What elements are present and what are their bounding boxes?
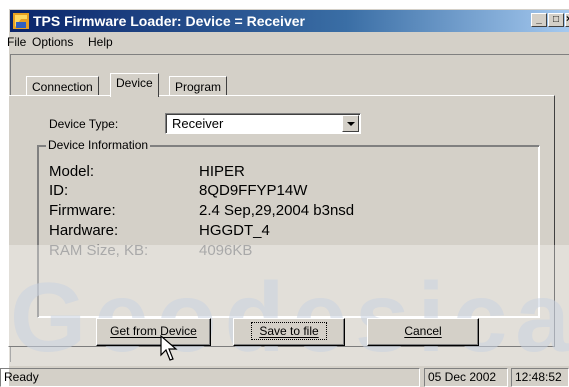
cancel-label: Cancel bbox=[404, 324, 442, 338]
hardware-label: Hardware: bbox=[49, 222, 119, 239]
menu-bar: File Options Help bbox=[7, 32, 569, 52]
get-from-device-label: Get from Device bbox=[110, 324, 197, 338]
tab-connection[interactable]: Connection bbox=[26, 76, 99, 97]
cancel-button[interactable]: Cancel bbox=[367, 318, 479, 346]
save-to-file-label: Save to file bbox=[251, 322, 327, 340]
ram-size-label: RAM Size, KB: bbox=[49, 242, 149, 259]
title-bar[interactable]: TPS Firmware Loader: Device = Receiver _… bbox=[10, 10, 569, 32]
tab-program[interactable]: Program bbox=[169, 76, 228, 97]
ram-size-value: 4096KB bbox=[199, 242, 253, 259]
id-label: ID: bbox=[49, 182, 69, 199]
watermark-logo: Geodesica bbox=[10, 262, 569, 372]
get-from-device-button[interactable]: Get from Device bbox=[96, 318, 211, 346]
menu-options[interactable]: Options bbox=[32, 35, 73, 49]
menu-help[interactable]: Help bbox=[88, 35, 113, 49]
firmware-value: 2.4 Sep,29,2004 b3nsd bbox=[199, 202, 355, 219]
device-type-value: Receiver bbox=[172, 116, 224, 131]
device-type-label: Device Type: bbox=[49, 117, 119, 131]
model-label: Model: bbox=[49, 163, 95, 180]
window-title: TPS Firmware Loader: Device = Receiver bbox=[33, 13, 305, 29]
app-icon bbox=[13, 13, 29, 29]
chevron-down-icon[interactable] bbox=[342, 115, 359, 132]
model-value: HIPER bbox=[199, 163, 245, 180]
tab-device[interactable]: Device bbox=[110, 73, 159, 97]
hardware-value: HGGDT_4 bbox=[199, 222, 270, 239]
firmware-label: Firmware: bbox=[49, 202, 116, 219]
menu-file[interactable]: File bbox=[7, 35, 26, 49]
device-type-select[interactable]: Receiver bbox=[165, 113, 361, 134]
status-date: 05 Dec 2002 bbox=[424, 368, 508, 387]
status-bar: Ready 05 Dec 2002 12:48:52 bbox=[0, 366, 569, 387]
mouse-cursor-icon bbox=[160, 335, 178, 361]
device-info-caption: Device Information bbox=[46, 138, 151, 152]
close-button[interactable]: × bbox=[565, 13, 569, 27]
status-time: 12:48:52 bbox=[511, 368, 569, 387]
id-value: 8QD9FFYP14W bbox=[199, 182, 308, 199]
minimize-button[interactable]: _ bbox=[531, 13, 547, 27]
maximize-button[interactable]: □ bbox=[548, 13, 564, 27]
save-to-file-button[interactable]: Save to file bbox=[233, 318, 345, 346]
status-text: Ready bbox=[0, 368, 420, 387]
